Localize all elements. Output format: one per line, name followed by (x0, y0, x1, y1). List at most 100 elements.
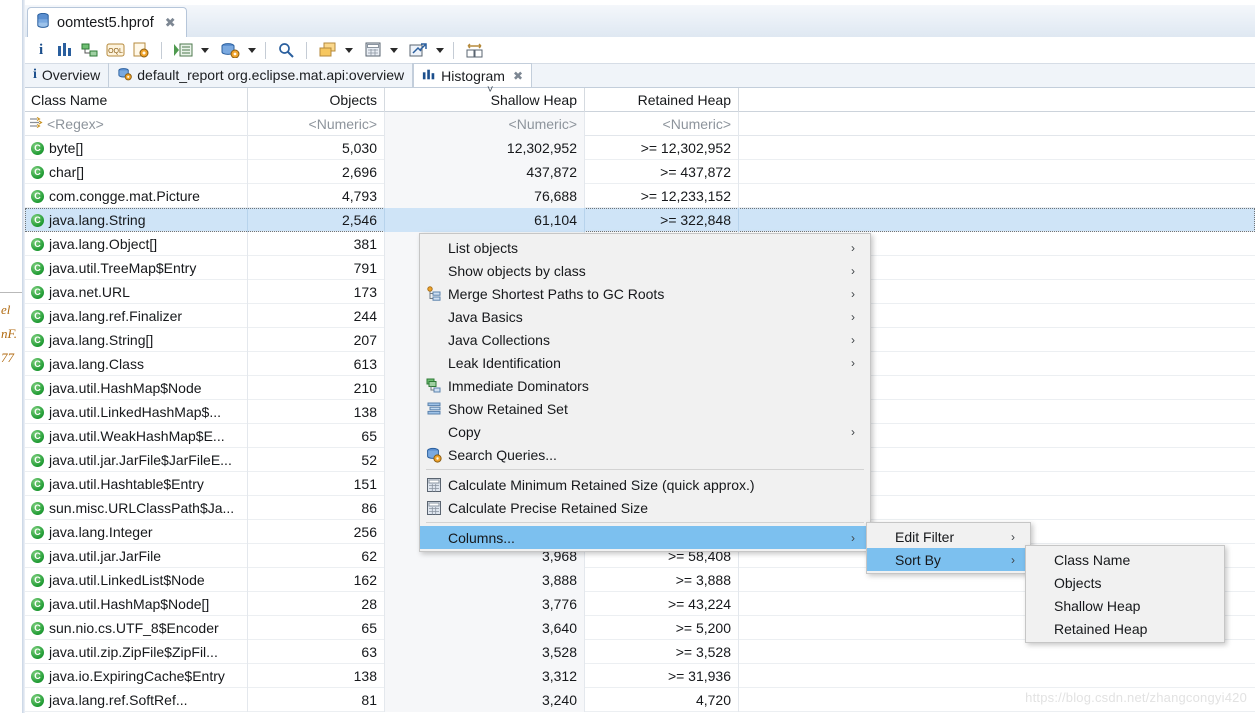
table-row[interactable]: Cjava.lang.String2,54661,104>= 322,848 (25, 208, 1255, 232)
menu-item-sort-by[interactable]: Sort By› (867, 548, 1030, 571)
filter-objects[interactable]: <Numeric> (248, 112, 385, 136)
table-row[interactable]: Cbyte[]5,03012,302,952>= 12,302,952 (25, 136, 1255, 160)
table-row[interactable]: Cjava.io.ExpiringCache$Entry1383,312>= 3… (25, 664, 1255, 688)
table-header: Class Name Objects Shallow Heap ˅ Retain… (25, 88, 1255, 112)
overview-info-icon[interactable]: i (31, 39, 51, 61)
class-name-label: java.lang.Object[] (49, 236, 157, 252)
sort-by-submenu[interactable]: Class NameObjects Shallow Heap Retained He… (1025, 545, 1225, 643)
table-row[interactable]: Cchar[]2,696437,872>= 437,872 (25, 160, 1255, 184)
dominator-tree-icon[interactable] (79, 39, 101, 61)
menu-item-retained-heap[interactable]: Retained Heap (1026, 617, 1224, 640)
export-icon[interactable] (407, 39, 430, 61)
tab-default-report[interactable]: default_report org.eclipse.mat.api:overv… (109, 63, 413, 87)
document-tab-bar: oomtest5.hprof ✖ (25, 5, 1255, 37)
menu-item-class-name[interactable]: Class Name (1026, 548, 1224, 571)
menu-item-label: Search Queries... (448, 447, 846, 463)
cell-retained-heap: >= 31,936 (585, 664, 739, 688)
cell-retained-heap: >= 3,888 (585, 568, 739, 592)
chevron-down-icon[interactable] (201, 48, 209, 53)
group-by-icon[interactable] (316, 39, 339, 61)
cell-objects: 173 (248, 280, 385, 304)
menu-item-objects[interactable]: Objects (1026, 571, 1224, 594)
column-header-shallow-heap[interactable]: Shallow Heap ˅ (385, 88, 585, 112)
filter-class-name[interactable]: <Regex> (25, 112, 248, 136)
cell-objects: 5,030 (248, 136, 385, 160)
cell-class-name: Cjava.lang.String (25, 208, 248, 232)
oql-icon[interactable]: OQL (104, 39, 127, 61)
menu-item-list-objects[interactable]: List objects› (420, 236, 870, 259)
column-header-objects[interactable]: Objects (248, 88, 385, 112)
menu-item-leak-identification[interactable]: Leak Identification› (420, 351, 870, 374)
chevron-down-icon[interactable] (436, 48, 444, 53)
menu-item-show-retained-set[interactable]: Show Retained Set (420, 397, 870, 420)
column-header-class-name[interactable]: Class Name (25, 88, 248, 112)
menu-item-edit-filter[interactable]: Edit Filter› (867, 525, 1030, 548)
search-icon[interactable] (275, 39, 297, 61)
menu-item-java-basics[interactable]: Java Basics› (420, 305, 870, 328)
cell-shallow-heap: 3,528 (385, 640, 585, 664)
calculator-icon (420, 477, 448, 493)
cell-objects: 613 (248, 352, 385, 376)
cell-spacer (739, 640, 1255, 664)
cell-objects: 2,696 (248, 160, 385, 184)
menu-item-label: Shallow Heap (1054, 598, 1200, 614)
cell-class-name: Cjava.util.Hashtable$Entry (25, 472, 248, 496)
cell-class-name: Cchar[] (25, 160, 248, 184)
menu-item-show-objects-by-class[interactable]: Show objects by class› (420, 259, 870, 282)
menu-item-columns[interactable]: Columns...› (420, 526, 870, 549)
histogram-icon (422, 68, 436, 84)
cell-class-name: Cjava.util.jar.JarFile$JarFileE... (25, 448, 248, 472)
menu-item-search-queries[interactable]: Search Queries... (420, 443, 870, 466)
chevron-down-icon[interactable] (390, 48, 398, 53)
close-icon[interactable]: ✖ (165, 15, 176, 31)
link-editors-icon[interactable] (463, 39, 486, 61)
class-icon: C (31, 166, 44, 179)
context-menu[interactable]: List objects›Show objects by class›Merge… (419, 233, 871, 552)
document-tab-label: oomtest5.hprof (57, 15, 154, 31)
calculator-icon[interactable] (362, 39, 384, 61)
tab-histogram[interactable]: Histogram ✖ (413, 63, 532, 87)
queries-icon[interactable] (218, 39, 242, 61)
cell-shallow-heap: 3,888 (385, 568, 585, 592)
menu-item-merge-shortest-paths-to-gc-roots[interactable]: Merge Shortest Paths to GC Roots› (420, 282, 870, 305)
menu-item-label: Copy (448, 424, 846, 440)
cell-class-name: Cjava.util.HashMap$Node (25, 376, 248, 400)
class-icon: C (31, 526, 44, 539)
cell-shallow-heap: 61,104 (385, 208, 585, 232)
menu-item-calculate-minimum-retained-size-quick-approx[interactable]: Calculate Minimum Retained Size (quick a… (420, 473, 870, 496)
close-icon[interactable]: ✖ (513, 69, 523, 83)
background-text-fragment-3: 77 (1, 350, 14, 366)
run-expert-system-test-icon[interactable] (171, 39, 195, 61)
document-tab-oomtest5[interactable]: oomtest5.hprof ✖ (27, 7, 187, 37)
background-text-fragment-1: el (1, 302, 10, 318)
cell-spacer (739, 136, 1255, 160)
chevron-down-icon[interactable] (248, 48, 256, 53)
histogram-icon[interactable] (54, 39, 76, 61)
class-name-label: char[] (49, 164, 84, 180)
cell-shallow-heap: 3,776 (385, 592, 585, 616)
table-row[interactable]: Ccom.congge.mat.Picture4,79376,688>= 12,… (25, 184, 1255, 208)
menu-item-copy[interactable]: Copy› (420, 420, 870, 443)
menu-item-shallow-heap[interactable]: Shallow Heap (1026, 594, 1224, 617)
tab-overview[interactable]: i Overview (25, 63, 109, 87)
cell-shallow-heap: 12,302,952 (385, 136, 585, 160)
cell-class-name: Cjava.io.ExpiringCache$Entry (25, 664, 248, 688)
class-name-label: sun.nio.cs.UTF_8$Encoder (49, 620, 219, 636)
filter-retained-heap[interactable]: <Numeric> (585, 112, 739, 136)
chevron-down-icon[interactable] (345, 48, 353, 53)
cell-objects: 381 (248, 232, 385, 256)
cell-objects: 256 (248, 520, 385, 544)
class-icon: C (31, 646, 44, 659)
menu-item-java-collections[interactable]: Java Collections› (420, 328, 870, 351)
column-header-retained-heap[interactable]: Retained Heap (585, 88, 739, 112)
class-name-label: java.lang.ref.SoftRef... (49, 692, 188, 708)
cell-shallow-heap: 3,640 (385, 616, 585, 640)
class-icon: C (31, 478, 44, 491)
class-icon: C (31, 142, 44, 155)
table-row[interactable]: Cjava.util.zip.ZipFile$ZipFil...633,528>… (25, 640, 1255, 664)
menu-item-calculate-precise-retained-size[interactable]: Calculate Precise Retained Size (420, 496, 870, 519)
report-icon[interactable] (130, 39, 152, 61)
columns-submenu[interactable]: Edit Filter›Sort By› (866, 522, 1031, 574)
filter-shallow-heap[interactable]: <Numeric> (385, 112, 585, 136)
menu-item-immediate-dominators[interactable]: Immediate Dominators (420, 374, 870, 397)
